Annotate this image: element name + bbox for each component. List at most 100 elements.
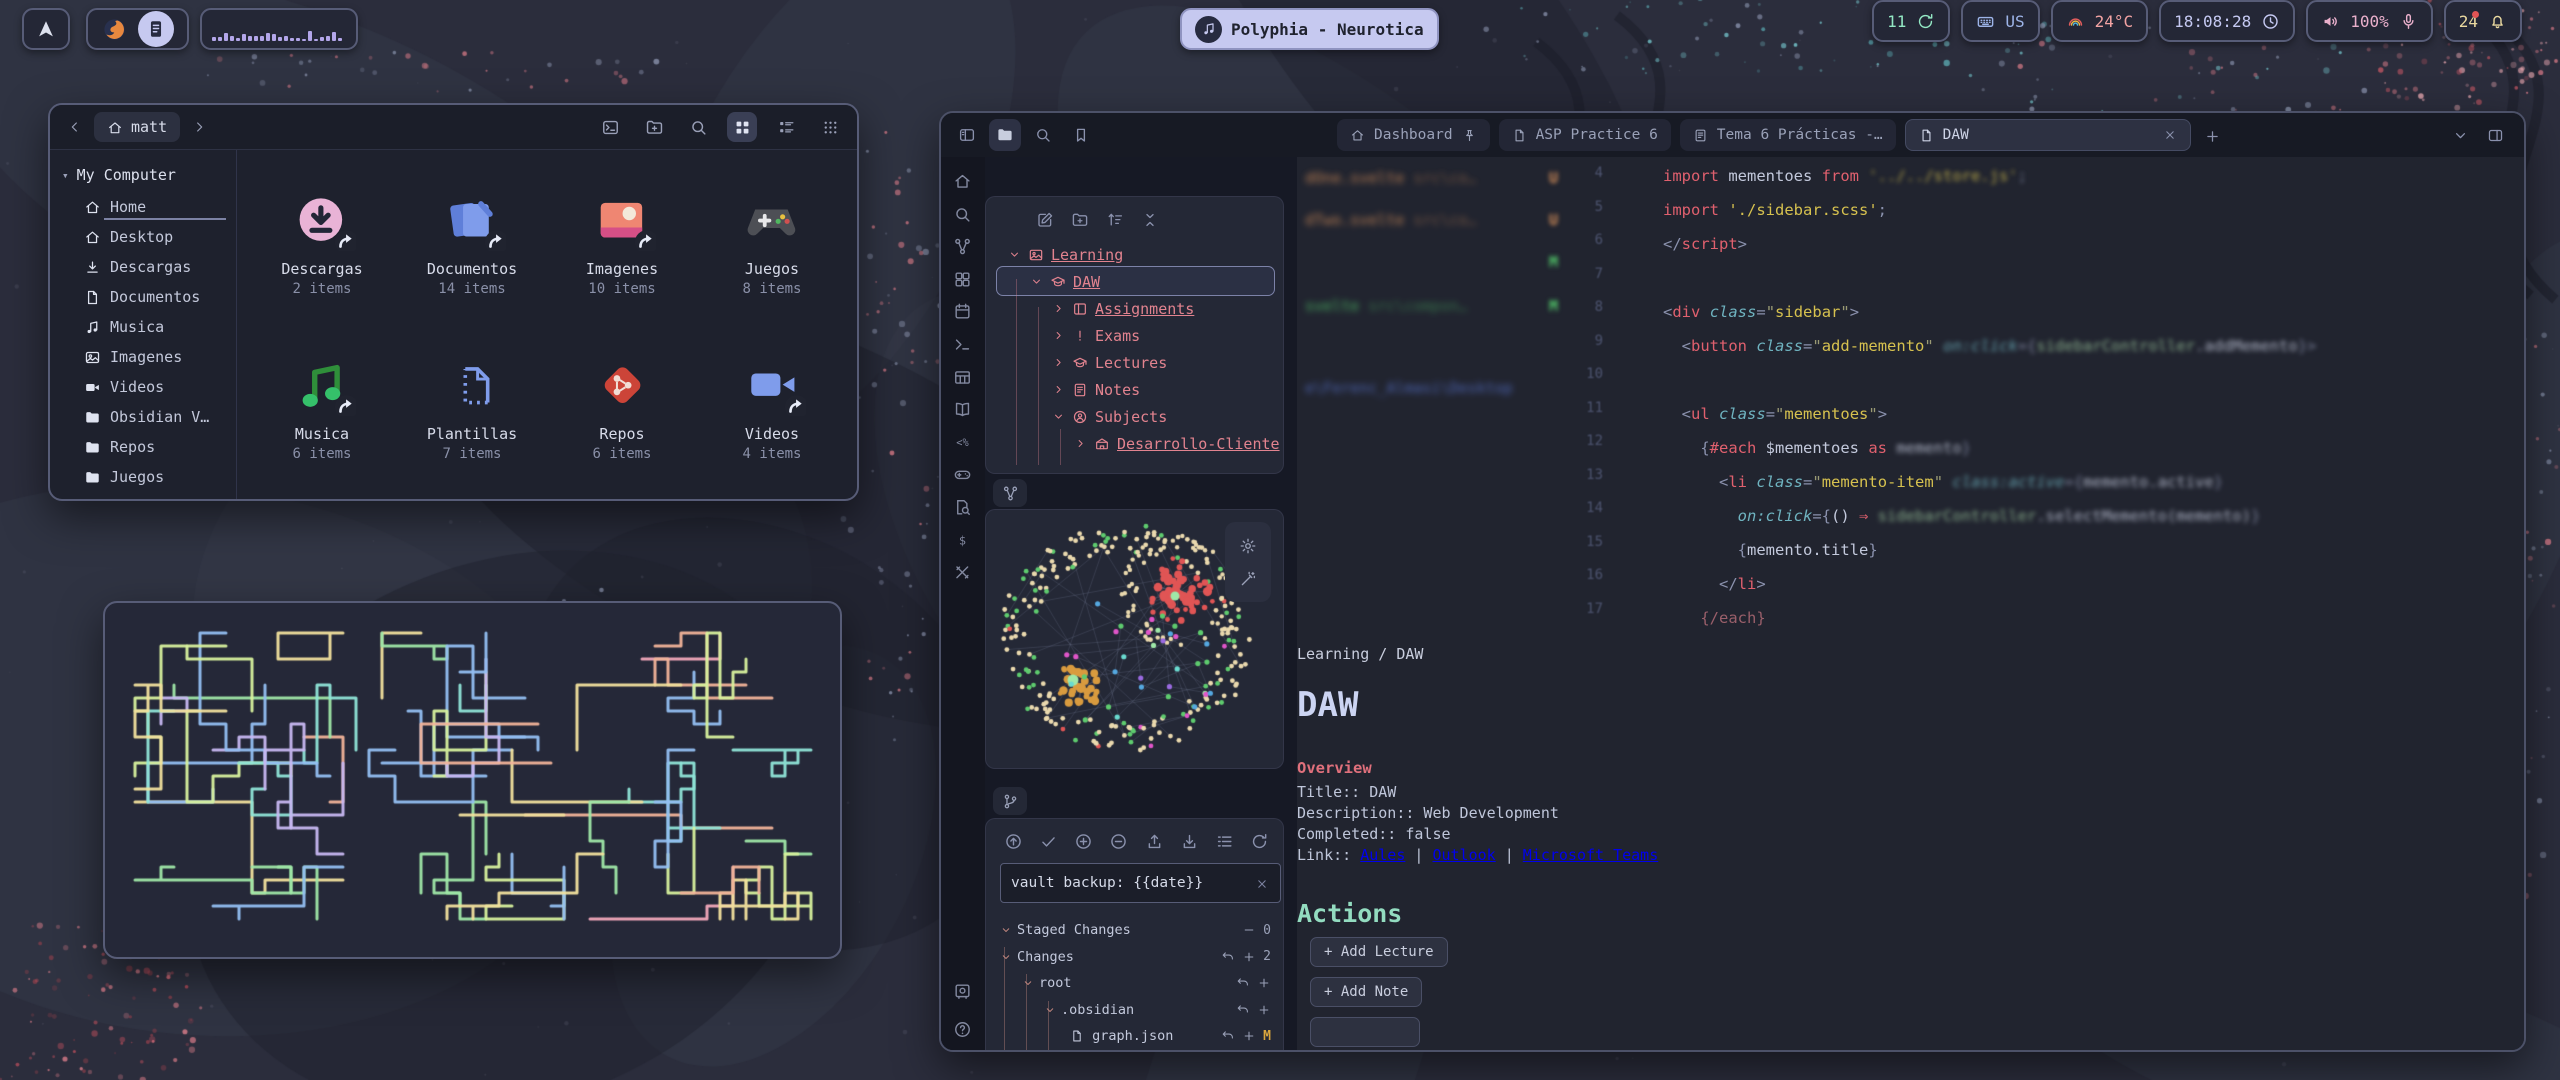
ribbon-book-button[interactable] — [953, 399, 972, 419]
sidebar-item-juegos[interactable]: Juegos — [50, 462, 236, 492]
link-aules[interactable]: Aules — [1360, 846, 1405, 864]
module-clock[interactable]: 18:08:28 — [2159, 0, 2295, 42]
folder-descargas[interactable]: Descargas2 items — [247, 164, 397, 329]
button-partially-hidden[interactable] — [1310, 1017, 1420, 1047]
obsidian-window[interactable]: Dashboard ASP Practice 6 Tema 6 Prácticas … — [939, 111, 2526, 1052]
tab-daw[interactable]: DAW — [1905, 119, 2191, 151]
ribbon-file-search-button[interactable] — [953, 497, 972, 517]
chevron-down-button[interactable] — [2452, 125, 2469, 144]
sidebar-item-home[interactable]: Home — [50, 192, 236, 222]
tab-tema-6-pr-cticas-[interactable]: Tema 6 Prácticas -… — [1680, 119, 1896, 151]
tree-item-learning[interactable]: Learning — [986, 241, 1283, 268]
ribbon-tools-button[interactable] — [953, 562, 972, 582]
git-panel-chip[interactable] — [993, 787, 1027, 815]
sidebar-item-cut[interactable] — [50, 492, 236, 499]
menu-grid-button[interactable] — [815, 112, 845, 142]
link-outlook[interactable]: Outlook — [1432, 846, 1495, 864]
edit-button[interactable] — [1036, 209, 1054, 229]
clear-icon[interactable] — [1255, 874, 1269, 893]
git-row-actions[interactable]: 2 — [1221, 949, 1271, 964]
bookmark-button[interactable] — [1065, 119, 1097, 151]
sidebar-item-repos[interactable]: Repos — [50, 432, 236, 462]
list-button[interactable] — [1215, 831, 1234, 851]
git-row-actions[interactable]: 0 — [1242, 923, 1271, 938]
git-row-changes[interactable]: Changes2 — [1000, 944, 1271, 971]
editor-pane[interactable]: dOne.svelte src\co…UdTwo.svelte src\co…U… — [1297, 157, 2524, 1050]
chevron-down-icon[interactable] — [1000, 922, 1012, 938]
gear-button[interactable] — [1239, 536, 1257, 556]
folder-plus-button[interactable] — [639, 112, 669, 142]
graph-panel-chip[interactable] — [993, 479, 1027, 507]
new-tab-button[interactable] — [2200, 126, 2221, 145]
git-row--obsidian[interactable]: .obsidian — [1000, 997, 1271, 1024]
git-row-graph-json[interactable]: graph.jsonM — [1000, 1023, 1271, 1050]
ribbon-terminal-prompt-button[interactable] — [953, 334, 972, 354]
minus-circle-button[interactable] — [1109, 831, 1128, 851]
now-playing[interactable]: Polyphia - Neurotica — [1180, 8, 1439, 50]
link-microsoft-teams[interactable]: Microsoft Teams — [1523, 846, 1658, 864]
sidebar-item-videos[interactable]: Videos — [50, 372, 236, 402]
taskbar-apps[interactable] — [86, 8, 189, 50]
launcher-button[interactable] — [22, 8, 70, 50]
tab-dashboard[interactable]: Dashboard — [1337, 119, 1490, 151]
code-block[interactable]: import mementoes from '../../store.js';i… — [1663, 159, 2316, 635]
sidebar-item-desktop[interactable]: Desktop — [50, 222, 236, 252]
document-app-icon[interactable] — [138, 11, 174, 47]
ribbon-vault-button[interactable] — [953, 981, 972, 1001]
graph-view-panel[interactable] — [985, 509, 1284, 769]
search-button[interactable] — [1027, 119, 1059, 151]
download-button[interactable] — [1180, 831, 1199, 851]
ribbon-help-button[interactable] — [953, 1019, 972, 1039]
git-row-actions[interactable] — [1236, 976, 1271, 990]
back-button[interactable] — [62, 114, 88, 140]
file-manager-window[interactable]: matt ▾ My Computer HomeDesktopDescargasD… — [48, 103, 859, 501]
ribbon-layout-grid-button[interactable] — [953, 269, 972, 289]
module-weather[interactable]: 24°C — [2051, 0, 2149, 42]
sidebar-item-musica[interactable]: Musica — [50, 312, 236, 342]
ribbon-graph-button[interactable] — [953, 236, 972, 256]
refresh-button[interactable] — [1250, 831, 1269, 851]
chevron-down-icon[interactable] — [1022, 975, 1034, 991]
generative-art-window[interactable] — [103, 601, 842, 959]
tab-asp-practice-6[interactable]: ASP Practice 6 — [1499, 119, 1671, 151]
folder-imagenes[interactable]: Imagenes10 items — [547, 164, 697, 329]
commit-message-input[interactable] — [1000, 863, 1281, 903]
ribbon-home-button[interactable] — [953, 171, 972, 191]
terminal-button[interactable] — [595, 112, 625, 142]
sidebar-root[interactable]: ▾ My Computer — [50, 162, 236, 192]
module-updates[interactable]: 11 — [1872, 0, 1950, 42]
tree-item-lectures[interactable]: Lectures — [986, 349, 1283, 376]
collapse-button[interactable] — [1141, 209, 1159, 229]
sidebar-item-obsidianv[interactable]: Obsidian V… — [50, 402, 236, 432]
git-row-actions[interactable] — [1236, 1003, 1271, 1017]
module-volume[interactable]: 100% — [2306, 0, 2433, 42]
firefox-icon[interactable] — [101, 16, 128, 43]
sidebar-item-imagenes[interactable]: Imagenes — [50, 342, 236, 372]
sidebar-item-descargas[interactable]: Descargas — [50, 252, 236, 282]
search-button[interactable] — [683, 112, 713, 142]
tree-item-notes[interactable]: Notes — [986, 376, 1283, 403]
sidebar-right-button[interactable] — [2487, 125, 2504, 144]
tree-item-subjects[interactable]: Subjects — [986, 403, 1283, 430]
folder-plantillas[interactable]: Plantillas7 items — [397, 329, 547, 494]
wand-button[interactable] — [1239, 569, 1257, 589]
list-view-button[interactable] — [771, 112, 801, 142]
ribbon-templater-button[interactable]: <% — [953, 432, 972, 452]
folder-videos[interactable]: Videos4 items — [697, 329, 847, 494]
folder-button[interactable] — [989, 119, 1021, 151]
git-row-staged-changes[interactable]: Staged Changes0 — [1000, 917, 1271, 944]
check-button[interactable] — [1039, 831, 1058, 851]
upload-button[interactable] — [1145, 831, 1164, 851]
chevron-down-icon[interactable] — [1044, 1002, 1056, 1018]
tree-item-exams[interactable]: Exams — [986, 322, 1283, 349]
plus-circle-button[interactable] — [1074, 831, 1093, 851]
tree-item-desarrollo-cliente[interactable]: Desarrollo-Cliente — [986, 430, 1283, 457]
module-notifications[interactable]: 24 — [2444, 0, 2522, 42]
close-icon[interactable] — [2163, 127, 2177, 143]
git-row-root[interactable]: root — [1000, 970, 1271, 997]
tree-item-assignments[interactable]: Assignments — [986, 295, 1283, 322]
breadcrumb[interactable]: matt — [94, 112, 180, 142]
ribbon-search-button[interactable] — [953, 204, 972, 224]
sidebar-item-documentos[interactable]: Documentos — [50, 282, 236, 312]
folder-juegos[interactable]: Juegos8 items — [697, 164, 847, 329]
